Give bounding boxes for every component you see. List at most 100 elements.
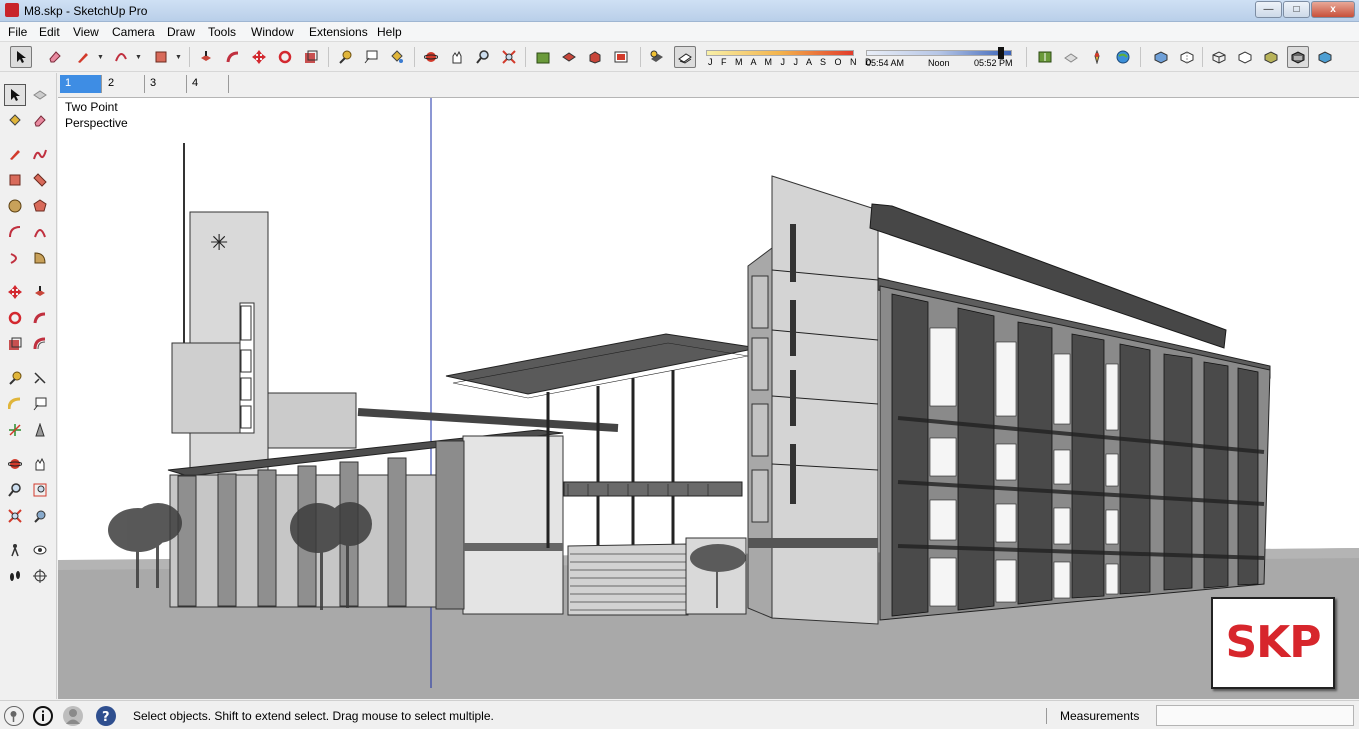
components-button[interactable]	[558, 46, 580, 68]
move-button[interactable]	[248, 46, 270, 68]
rotate-tool[interactable]	[4, 307, 26, 329]
instructor-status-icon[interactable]: ?	[96, 706, 116, 726]
orbit-button[interactable]	[420, 46, 442, 68]
menu-draw[interactable]: Draw	[167, 25, 195, 39]
section-plane-tool[interactable]	[29, 565, 51, 587]
pencil-dropdown-icon[interactable]: ▼	[97, 54, 104, 61]
sandbox-button[interactable]	[1086, 46, 1108, 68]
protractor-tool[interactable]	[4, 393, 26, 415]
zoom-extents-tool[interactable]	[4, 505, 26, 527]
scale-button[interactable]	[300, 46, 322, 68]
extension-warehouse-button[interactable]	[584, 46, 606, 68]
text-tool[interactable]	[29, 393, 51, 415]
hidden-line-button[interactable]	[1234, 46, 1256, 68]
text-tool-button[interactable]	[360, 46, 382, 68]
minimize-button[interactable]: —	[1255, 1, 1282, 18]
credits-status-icon[interactable]	[33, 706, 53, 726]
menu-extensions[interactable]: Extensions	[309, 25, 368, 39]
make-component-tool[interactable]	[29, 84, 51, 106]
tape-measure-button[interactable]	[334, 46, 356, 68]
menu-view[interactable]: View	[73, 25, 99, 39]
scene-tab-1[interactable]: 1	[60, 75, 102, 93]
geo-location-status-icon[interactable]	[4, 706, 24, 726]
select-tool[interactable]	[4, 84, 26, 106]
drawing-viewport[interactable]: Two Point Perspective ✳	[58, 97, 1359, 699]
3d-warehouse-button[interactable]	[532, 46, 554, 68]
add-location-icon	[614, 51, 628, 63]
line-tool[interactable]	[4, 143, 26, 165]
scale-tool[interactable]	[4, 333, 26, 355]
paint-bucket-button[interactable]	[386, 46, 408, 68]
orbit-tool[interactable]	[4, 453, 26, 475]
two-point-arc-tool[interactable]	[29, 221, 51, 243]
geo-location-button[interactable]	[1034, 46, 1056, 68]
menu-file[interactable]: File	[8, 25, 27, 39]
scene-tab-2[interactable]: 2	[103, 75, 145, 93]
menu-tools[interactable]: Tools	[208, 25, 236, 39]
two-point-arc-icon	[34, 229, 46, 238]
rotate-button[interactable]	[274, 46, 296, 68]
rectangle-tool[interactable]	[4, 169, 26, 191]
close-button[interactable]: x	[1311, 1, 1355, 18]
pan-tool[interactable]	[29, 453, 51, 475]
rectangle-tool-button[interactable]	[150, 46, 172, 68]
pan-button[interactable]	[446, 46, 468, 68]
arc-tool-button[interactable]	[110, 46, 132, 68]
arc-tool[interactable]	[4, 221, 26, 243]
select-tool-button[interactable]	[10, 46, 32, 68]
menu-help[interactable]: Help	[377, 25, 402, 39]
shaded-button[interactable]	[1260, 46, 1282, 68]
push-pull-tool[interactable]	[29, 281, 51, 303]
measurements-input[interactable]	[1156, 705, 1354, 726]
paint-bucket-tool[interactable]	[4, 110, 26, 132]
textures-button[interactable]	[1314, 46, 1336, 68]
menu-window[interactable]: Window	[251, 25, 294, 39]
xray-button[interactable]	[1150, 46, 1172, 68]
follow-me-tool[interactable]	[29, 307, 51, 329]
offset-tool[interactable]	[29, 333, 51, 355]
zoom-extents-button[interactable]	[498, 46, 520, 68]
freehand-tool[interactable]	[29, 143, 51, 165]
look-around-tool[interactable]	[29, 539, 51, 561]
scene-tab-3[interactable]: 3	[145, 75, 187, 93]
menu-edit[interactable]: Edit	[39, 25, 60, 39]
google-earth-button[interactable]	[1112, 46, 1134, 68]
zoom-tool[interactable]	[4, 479, 26, 501]
arc-dropdown-icon[interactable]: ▼	[135, 54, 142, 61]
move-tool[interactable]	[4, 281, 26, 303]
zoom-window-tool[interactable]	[29, 479, 51, 501]
zoom-button[interactable]	[472, 46, 494, 68]
monochrome-button[interactable]	[1287, 46, 1309, 68]
tape-measure-tool[interactable]	[4, 367, 26, 389]
dimension-tool[interactable]	[29, 367, 51, 389]
month-slider-track	[706, 50, 854, 56]
wireframe-button[interactable]	[1208, 46, 1230, 68]
follow-me-icon	[226, 51, 239, 63]
eraser-tool-button[interactable]	[44, 46, 66, 68]
eraser-tool[interactable]	[29, 110, 51, 132]
maximize-button[interactable]: □	[1283, 1, 1310, 18]
display-shadows-button[interactable]	[674, 46, 696, 68]
walk-tool[interactable]	[4, 565, 26, 587]
menu-camera[interactable]: Camera	[112, 25, 155, 39]
rotated-rectangle-tool[interactable]	[29, 169, 51, 191]
account-status-icon[interactable]	[63, 706, 83, 726]
axes-tool[interactable]	[4, 419, 26, 441]
scene-tab-4[interactable]: 4	[187, 75, 229, 93]
polygon-tool[interactable]	[29, 195, 51, 217]
previous-view-tool[interactable]	[29, 505, 51, 527]
shadow-settings-button[interactable]	[646, 46, 668, 68]
3d-text-tool[interactable]	[29, 419, 51, 441]
photo-textures-button[interactable]	[1060, 46, 1082, 68]
follow-me-button[interactable]	[222, 46, 244, 68]
circle-tool[interactable]	[4, 195, 26, 217]
send-to-layout-button[interactable]	[610, 46, 632, 68]
arc-icon	[115, 53, 127, 62]
pie-tool[interactable]	[29, 247, 51, 269]
three-point-arc-tool[interactable]	[4, 247, 26, 269]
push-pull-button[interactable]	[195, 46, 217, 68]
back-edges-button[interactable]	[1176, 46, 1198, 68]
position-camera-tool[interactable]	[4, 539, 26, 561]
rectangle-dropdown-icon[interactable]: ▼	[175, 54, 182, 61]
pencil-tool-button[interactable]	[72, 46, 94, 68]
